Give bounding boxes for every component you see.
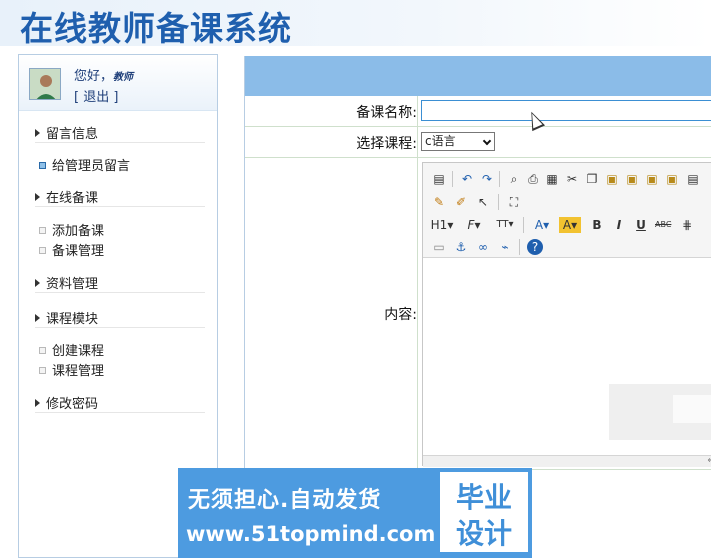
avatar — [29, 68, 61, 100]
menu-item-create-course[interactable]: 创建课程 — [39, 340, 104, 359]
cut-icon[interactable]: ✂ — [564, 171, 580, 187]
underline-button[interactable]: U — [633, 217, 649, 233]
anchor-icon[interactable]: ⚓ — [453, 239, 469, 255]
menu-item-add-prep[interactable]: 添加备课 — [39, 220, 104, 239]
preview-icon[interactable]: ⌕ — [506, 171, 522, 187]
editor-content-area[interactable] — [423, 259, 711, 455]
page-break-icon[interactable]: ▭ — [431, 239, 447, 255]
editor-toolbar: ▤ ↶ ↷ ⌕ ⎙ ▦ ✂ ❐ ▣ ▣ ▣ ▣ ▤ ✎ ✐ ↖ ⛶ H1▾ F▾… — [423, 163, 711, 258]
link-icon[interactable]: ∞ — [475, 239, 491, 255]
prep-name-input[interactable] — [421, 100, 711, 121]
content-label: 内容: — [384, 307, 417, 323]
more-icon[interactable]: ▤ — [685, 171, 701, 187]
rich-text-editor: ▤ ↶ ↷ ⌕ ⎙ ▦ ✂ ❐ ▣ ▣ ▣ ▣ ▤ ✎ ✐ ↖ ⛶ H1▾ F▾… — [422, 162, 711, 467]
menu-group-materials[interactable]: 资料管理 — [35, 273, 205, 293]
greeting-text: 您好， — [74, 69, 114, 84]
form-row-content: 内容: ▤ ↶ ↷ ⌕ ⎙ ▦ ✂ ❐ ▣ ▣ ▣ ▣ ▤ ✎ ✐ ↖ ⛶ H1… — [245, 158, 711, 470]
app-title: 在线教师备课系统 — [20, 9, 292, 48]
bold-button[interactable]: B — [589, 217, 605, 233]
redo-icon[interactable]: ↷ — [479, 171, 495, 187]
panel-header-bar — [245, 56, 711, 96]
square-bullet-icon — [39, 227, 46, 234]
menu-group-messages[interactable]: 留言信息 — [35, 123, 205, 143]
fullscreen-icon[interactable]: ⛶ — [506, 194, 522, 210]
menu-group-courses[interactable]: 课程模块 — [35, 308, 205, 328]
content-cell: ▤ ↶ ↷ ⌕ ⎙ ▦ ✂ ❐ ▣ ▣ ▣ ▣ ▤ ✎ ✐ ↖ ⛶ H1▾ F▾… — [417, 158, 711, 469]
editor-resize-handle[interactable]: ⇔ — [423, 455, 711, 467]
course-label: 选择课程: — [356, 136, 417, 152]
seal-bottom-text: 设计 — [455, 517, 512, 550]
font-family-button[interactable]: F▾ — [463, 217, 485, 233]
font-color-icon[interactable]: A▾ — [531, 217, 553, 233]
toolbar-separator — [498, 194, 499, 210]
seal-top-text: 毕业 — [455, 481, 512, 514]
highlight-color-icon[interactable]: A▾ — [559, 217, 581, 233]
form-row-name: 备课名称: — [245, 96, 711, 127]
banner-url: www.51topmind.com — [186, 522, 436, 546]
name-label: 备课名称: — [356, 105, 417, 121]
menu-group-change-password[interactable]: 修改密码 — [35, 393, 205, 413]
strikethrough-icon[interactable]: ABC — [655, 217, 671, 233]
format-clear-icon[interactable]: ✐ — [453, 194, 469, 210]
course-select-value: c语言 — [425, 134, 456, 148]
chevron-down-icon — [482, 136, 492, 146]
menu-item-manage-prep[interactable]: 备课管理 — [39, 240, 104, 259]
header: 在线教师备课系统 — [0, 0, 711, 48]
toolbar-separator — [452, 171, 453, 187]
menu-item-message-admin[interactable]: 给管理员留言 — [39, 155, 130, 174]
caret-right-icon — [35, 279, 40, 287]
name-cell — [417, 96, 711, 126]
paste-word-icon[interactable]: ▣ — [644, 171, 660, 187]
caret-right-icon — [35, 314, 40, 322]
menu-item-manage-course[interactable]: 课程管理 — [39, 360, 104, 379]
course-select[interactable]: c语言 — [421, 132, 495, 151]
italic-button[interactable]: I — [611, 217, 627, 233]
caret-right-icon — [35, 193, 40, 201]
faded-overlay-inner — [673, 395, 711, 423]
source-icon[interactable]: ▤ — [431, 171, 447, 187]
select-all-icon[interactable]: ↖ — [475, 194, 491, 210]
caret-right-icon — [35, 129, 40, 137]
watermark-banner: 无须担心.自动发货 www.51topmind.com 毕业 设计 — [178, 468, 532, 558]
paste-icon[interactable]: ▣ — [604, 171, 620, 187]
undo-icon[interactable]: ↶ — [459, 171, 475, 187]
course-cell: c语言 — [417, 127, 711, 157]
user-role: 教师 — [113, 72, 134, 83]
toolbar-separator — [519, 239, 520, 255]
square-bullet-icon — [39, 347, 46, 354]
square-bullet-icon — [39, 367, 46, 374]
page: 在线教师备课系统 您好，教师 [ 退出 ] 留言信息 给管理员留言 在线备课 添… — [0, 0, 711, 558]
unlink-icon[interactable]: ⌁ — [497, 239, 513, 255]
brush-icon[interactable]: ✎ — [431, 194, 447, 210]
caret-right-icon — [35, 399, 40, 407]
user-greeting: 您好，教师 — [74, 65, 133, 84]
paste-html-icon[interactable]: ▣ — [664, 171, 680, 187]
paste-text-icon[interactable]: ▣ — [624, 171, 640, 187]
menu-group-online-prep[interactable]: 在线备课 — [35, 187, 205, 207]
form-row-course: 选择课程: c语言 — [245, 127, 711, 158]
square-bullet-icon — [39, 247, 46, 254]
help-icon[interactable]: ? — [527, 239, 543, 255]
print-icon[interactable]: ⎙ — [525, 171, 541, 187]
logout-link[interactable]: [ 退出 ] — [74, 86, 118, 105]
template-icon[interactable]: ▦ — [544, 171, 560, 187]
banner-slogan: 无须担心.自动发货 — [188, 488, 382, 513]
banner-seal: 毕业 设计 — [440, 472, 528, 552]
toolbar-separator — [523, 217, 524, 233]
copy-icon[interactable]: ❐ — [584, 171, 600, 187]
square-bullet-icon — [39, 162, 46, 169]
font-size-button[interactable]: TT▾ — [493, 217, 517, 233]
more-format-icon[interactable]: ⋕ — [679, 217, 695, 233]
heading-button[interactable]: H1▾ — [429, 217, 455, 233]
toolbar-separator — [499, 171, 500, 187]
user-box: 您好，教师 [ 退出 ] — [19, 55, 217, 111]
